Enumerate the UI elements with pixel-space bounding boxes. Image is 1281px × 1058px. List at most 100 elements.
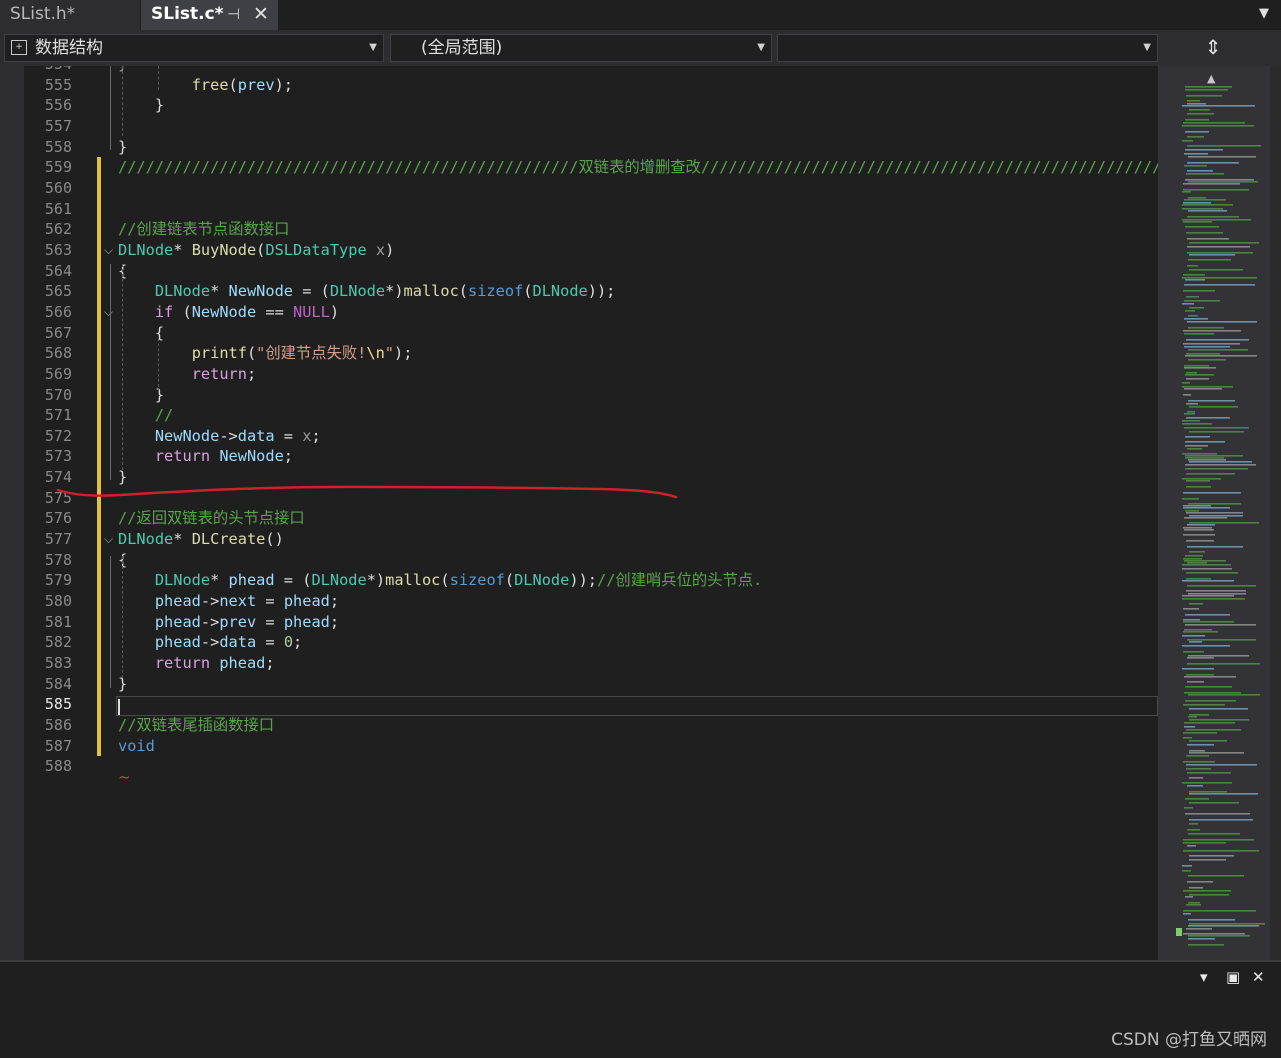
fold-toggle-icon[interactable]: ⌵	[104, 240, 113, 261]
code-line[interactable]: 576 //返回双链表的头节点接口	[0, 508, 1158, 530]
code-text: free(prev);	[191, 75, 294, 94]
line-number: 562	[44, 220, 72, 239]
vertical-scrollbar-track[interactable]	[1270, 66, 1281, 960]
code-line[interactable]: 555 free(prev);	[0, 75, 1158, 96]
code-line[interactable]: 558}	[0, 137, 1158, 158]
line-number: 580	[44, 592, 72, 611]
code-line[interactable]: 588	[0, 756, 1158, 777]
line-number: 585	[44, 695, 72, 714]
code-line[interactable]: 574}	[0, 467, 1158, 488]
document-tab-bar: SList.h* SList.c* ⊣ ✕ ▼	[0, 0, 1281, 30]
code-text: phead->next = phead;	[154, 592, 340, 611]
project-dropdown[interactable]: + 数据结构 ▼	[4, 34, 384, 62]
watermark: CSDN @打鱼又晒网	[1111, 1030, 1267, 1050]
code-text: DLNode* DLCreate()	[118, 530, 284, 549]
line-number: 583	[44, 654, 72, 673]
code-text: DLNode* BuyNode(DSLDataType x)	[118, 240, 395, 259]
code-text: }	[118, 137, 128, 156]
tab-slist-h[interactable]: SList.h*	[0, 0, 140, 30]
scroll-up-icon[interactable]: ▲	[1207, 72, 1215, 85]
code-line[interactable]: 570 }	[0, 384, 1158, 406]
code-line[interactable]: 573 return NewNode;	[0, 446, 1158, 468]
tab-overflow-icon[interactable]: ▼	[1259, 6, 1269, 21]
line-number: 560	[44, 178, 72, 197]
indent-guide	[158, 338, 159, 392]
change-indicator	[97, 446, 101, 468]
code-line[interactable]: 581 phead->prev = phead;	[0, 611, 1158, 633]
change-indicator	[97, 322, 101, 344]
change-indicator	[97, 632, 101, 654]
line-number: 558	[44, 137, 72, 156]
close-icon[interactable]: ✕	[253, 0, 269, 28]
code-line[interactable]: 578{	[0, 549, 1158, 571]
code-line[interactable]: 563 ⌵ DLNode* BuyNode(DSLDataType x)	[0, 239, 1158, 261]
code-line[interactable]: 579 DLNode* phead = (DLNode*)malloc(size…	[0, 570, 1158, 592]
code-text: DLNode* NewNode = (DLNode*)malloc(sizeof…	[154, 282, 616, 301]
line-number: 559	[44, 158, 72, 177]
scope-dropdown[interactable]: (全局范围) ▼	[390, 34, 772, 62]
line-number: 556	[44, 96, 72, 115]
code-text: }	[118, 468, 128, 487]
code-text: phead->data = 0;	[154, 633, 303, 652]
code-line[interactable]: 586 //双链表尾插函数接口	[0, 715, 1158, 736]
tab-label: SList.c*	[151, 4, 224, 24]
change-indicator	[97, 611, 101, 633]
tab-slist-c[interactable]: SList.c* ⊣ ✕	[141, 0, 278, 30]
code-line[interactable]: 587 void	[0, 735, 1158, 757]
line-number: 561	[44, 199, 72, 218]
indent-guide	[122, 264, 123, 470]
code-line[interactable]: 564{	[0, 260, 1158, 282]
panel-dropdown-icon[interactable]: ▾	[1200, 968, 1208, 986]
code-line[interactable]: 567 {	[0, 322, 1158, 344]
code-line[interactable]: 583 return phead;	[0, 653, 1158, 674]
code-text: ////////////////////////////////////////…	[118, 158, 1158, 177]
change-indicator	[97, 343, 101, 364]
change-indicator	[97, 467, 101, 488]
indent-guide	[158, 66, 159, 90]
code-line[interactable]: 575	[0, 487, 1158, 509]
code-line[interactable]: 582 phead->data = 0;	[0, 632, 1158, 654]
code-line[interactable]: 560	[0, 177, 1158, 199]
change-indicator	[97, 529, 101, 550]
change-indicator	[97, 281, 101, 302]
scope-name: (全局范围)	[421, 38, 503, 58]
code-line[interactable]: 571 //	[0, 405, 1158, 426]
change-indicator	[97, 239, 101, 261]
maximize-icon[interactable]: ▣	[1226, 968, 1240, 986]
code-line[interactable]: 569 return;	[0, 363, 1158, 385]
code-line[interactable]: 556 }	[0, 95, 1158, 116]
code-lines[interactable]: 554}555 free(prev);556 }557558}559//////…	[0, 66, 1158, 777]
code-line[interactable]: 557	[0, 116, 1158, 137]
member-dropdown[interactable]: ▼	[777, 34, 1158, 62]
line-number: 573	[44, 447, 72, 466]
line-number: 581	[44, 612, 72, 631]
minimap-preview	[1176, 86, 1265, 946]
split-window-icon[interactable]: ⇕	[1200, 36, 1226, 60]
code-line[interactable]: 562 //创建链表节点函数接口	[0, 219, 1158, 240]
line-number: 564	[44, 261, 72, 280]
pin-icon[interactable]: ⊣	[227, 0, 240, 28]
change-indicator	[97, 198, 101, 220]
minimap-scrollbar[interactable]	[1158, 66, 1270, 960]
code-line[interactable]: 566 ⌵ if (NewNode == NULL)	[0, 301, 1158, 323]
fold-toggle-icon[interactable]: ⌵	[104, 302, 113, 323]
change-indicator	[97, 260, 101, 282]
code-line[interactable]: 554}	[0, 66, 1158, 75]
code-line[interactable]: 584}	[0, 673, 1158, 695]
code-line[interactable]: 561	[0, 198, 1158, 220]
change-indicator	[97, 487, 101, 509]
code-line[interactable]: 568 printf("创建节点失败!\n");	[0, 343, 1158, 364]
fold-toggle-icon[interactable]: ⌵	[104, 529, 113, 550]
line-number: 577	[44, 530, 72, 549]
change-indicator	[97, 591, 101, 612]
code-line[interactable]: 572 NewNode->data = x;	[0, 425, 1158, 447]
code-line[interactable]: 577 ⌵ DLNode* DLCreate()	[0, 529, 1158, 550]
line-number: 579	[44, 571, 72, 590]
change-indicator	[97, 157, 101, 178]
code-editor[interactable]: 554}555 free(prev);556 }557558}559//////…	[0, 66, 1158, 960]
code-line[interactable]: 565 DLNode* NewNode = (DLNode*)malloc(si…	[0, 281, 1158, 302]
code-line[interactable]: 580 phead->next = phead;	[0, 591, 1158, 612]
close-icon[interactable]: ✕	[1252, 968, 1265, 986]
code-line[interactable]: 559 /////////////////////////////////////…	[0, 157, 1158, 178]
tab-label: SList.h*	[10, 4, 76, 24]
